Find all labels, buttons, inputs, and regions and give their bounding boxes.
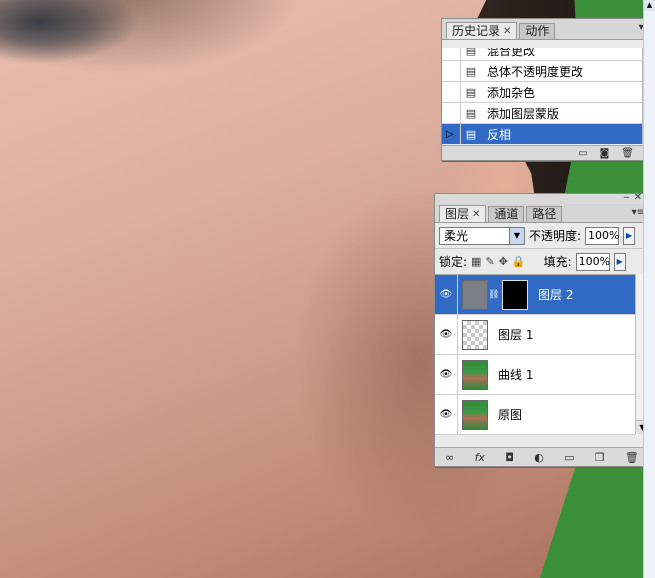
tab-paths-label: 路径 — [532, 207, 557, 221]
history-footer: ▭ ◙ 🗑 — [442, 145, 655, 160]
history-brush-checkbox[interactable] — [442, 61, 461, 81]
history-item-selected[interactable]: ▷ ▤ 反相 — [442, 124, 642, 144]
layer-row-layer1[interactable]: 👁 图层 1 — [435, 315, 635, 355]
history-brush-checkbox[interactable]: ▷ — [442, 124, 461, 144]
fx-icon[interactable]: fx — [475, 451, 485, 464]
tab-history[interactable]: 历史记录 ✕ — [446, 22, 518, 39]
blend-opacity-row: 柔光 ▼ 不透明度: 100% ▶ — [435, 223, 649, 248]
layer-list: 👁 ⛓ 图层 2 👁 图层 1 👁 曲线 1 👁 原图 — [435, 274, 635, 435]
tab-layers[interactable]: 图层 ✕ — [439, 205, 487, 222]
fill-label: 填充: — [543, 255, 572, 269]
lock-pixels-brush-icon[interactable]: ✎ — [485, 255, 494, 268]
folder-icon[interactable]: ▭ — [564, 451, 574, 464]
scroll-up-icon[interactable]: ▲ — [644, 0, 655, 11]
tab-history-label: 历史记录 — [452, 23, 501, 38]
layer-thumbnail — [462, 359, 488, 390]
blend-mode-value: 柔光 — [444, 229, 469, 243]
history-item-label: 添加图层蒙版 — [487, 106, 560, 121]
mask-icon[interactable]: ◘ — [505, 451, 514, 464]
adjustment-icon[interactable]: ◐ — [534, 451, 544, 464]
tab-actions-label: 动作 — [525, 24, 550, 38]
layer-name: 曲线 1 — [498, 368, 534, 382]
app-vertical-scrollbar[interactable]: ▲ — [643, 0, 655, 578]
eye-icon[interactable]: 👁 — [435, 355, 458, 394]
layer-row-curves1[interactable]: 👁 曲线 1 — [435, 355, 635, 395]
history-item-label: 总体不透明度更改 — [487, 64, 584, 79]
lock-fill-row: 锁定: ▦ ✎ ✥ 🔒 填充: 100% ▶ — [435, 248, 649, 274]
new-document-from-state-icon[interactable]: ▭ — [578, 148, 587, 159]
layer-name: 图层 1 — [498, 328, 534, 342]
mask-link-icon[interactable]: ⛓ — [488, 290, 499, 300]
lock-all-icon[interactable]: 🔒 — [512, 255, 526, 268]
tab-paths[interactable]: 路径 — [526, 206, 563, 222]
lock-icons: ▦ ✎ ✥ 🔒 — [471, 255, 526, 268]
snapshot-camera-icon[interactable]: ◙ — [600, 148, 610, 159]
tab-channels-label: 通道 — [494, 207, 519, 221]
opacity-input[interactable]: 100% — [585, 226, 620, 245]
layers-panel: ‒✕ 图层 ✕ 通道 路径 ▾≡ 柔光 ▼ 不透明度: 100% ▶ 锁定: ▦… — [434, 192, 650, 467]
layer-name: 图层 2 — [538, 288, 574, 302]
new-layer-icon[interactable]: ❐ — [595, 451, 605, 464]
layer-thumbnail — [462, 399, 488, 430]
blend-mode-select[interactable]: 柔光 ▼ — [439, 226, 525, 245]
layer-mask-thumbnail[interactable] — [502, 279, 528, 310]
close-icon[interactable]: ✕ — [503, 24, 511, 39]
history-item-label: 反相 — [487, 127, 512, 142]
eye-icon[interactable]: 👁 — [435, 275, 458, 314]
lock-transparency-icon[interactable]: ▦ — [471, 255, 481, 268]
history-brush-checkbox[interactable] — [442, 103, 461, 123]
layers-footer: ∞ fx ◘ ◐ ▭ ❐ 🗑 — [435, 447, 649, 466]
opacity-label: 不透明度: — [529, 229, 582, 243]
history-brush-checkbox[interactable] — [442, 48, 461, 60]
history-state-icon: ▤ — [465, 106, 477, 120]
layer-thumbnail — [462, 319, 488, 350]
history-item[interactable]: ▤ 添加杂色 — [442, 82, 642, 103]
opacity-slider-arrow-icon[interactable]: ▶ — [623, 226, 636, 245]
trash-icon[interactable]: 🗑 — [625, 451, 639, 464]
history-tabs: 历史记录 ✕ 动作 ▾≡ — [442, 19, 655, 40]
history-item-label: 添加杂色 — [487, 85, 536, 100]
history-state-icon: ▤ — [465, 48, 477, 57]
close-icon[interactable]: ✕ — [472, 207, 480, 222]
fill-slider-arrow-icon[interactable]: ▶ — [613, 252, 626, 271]
current-state-arrow-icon: ▷ — [446, 129, 454, 140]
eye-icon[interactable]: 👁 — [435, 315, 458, 354]
history-item-label: 混合更改 — [487, 48, 536, 58]
history-item[interactable]: ▤ 总体不透明度更改 — [442, 61, 642, 82]
layers-titlebar[interactable]: ‒✕ — [435, 192, 649, 204]
layer-row-original[interactable]: 👁 原图 — [435, 395, 635, 435]
tab-layers-label: 图层 — [445, 206, 470, 221]
layer-row-layer2[interactable]: 👁 ⛓ 图层 2 — [435, 275, 635, 315]
tab-actions[interactable]: 动作 — [519, 23, 556, 39]
layers-tabs: 图层 ✕ 通道 路径 ▾≡ — [435, 204, 649, 223]
tab-channels[interactable]: 通道 — [488, 206, 525, 222]
history-brush-checkbox[interactable] — [442, 82, 461, 102]
trash-icon[interactable]: 🗑 — [621, 148, 634, 159]
fill-input[interactable]: 100% — [575, 252, 610, 271]
layer-thumbnail — [462, 279, 488, 310]
history-item[interactable]: ▤ 添加图层蒙版 — [442, 103, 642, 124]
history-panel: 历史记录 ✕ 动作 ▾≡ ▤ 混合更改 ▤ 总体不透明度更改 ▤ 添加杂色 ▤ … — [441, 18, 655, 161]
history-state-icon: ▤ — [465, 127, 477, 141]
history-list: ▤ 混合更改 ▤ 总体不透明度更改 ▤ 添加杂色 ▤ 添加图层蒙版 ▷ ▤ 反相 — [442, 48, 642, 144]
lock-position-move-icon[interactable]: ✥ — [499, 255, 508, 268]
layer-name: 原图 — [498, 408, 523, 422]
link-icon[interactable]: ∞ — [445, 451, 454, 464]
lock-label: 锁定: — [439, 255, 468, 269]
history-state-icon: ▤ — [465, 64, 477, 78]
history-state-icon: ▤ — [465, 85, 477, 99]
history-item[interactable]: ▤ 混合更改 — [442, 48, 642, 61]
eye-icon[interactable]: 👁 — [435, 395, 458, 434]
chevron-down-icon[interactable]: ▼ — [509, 227, 524, 244]
